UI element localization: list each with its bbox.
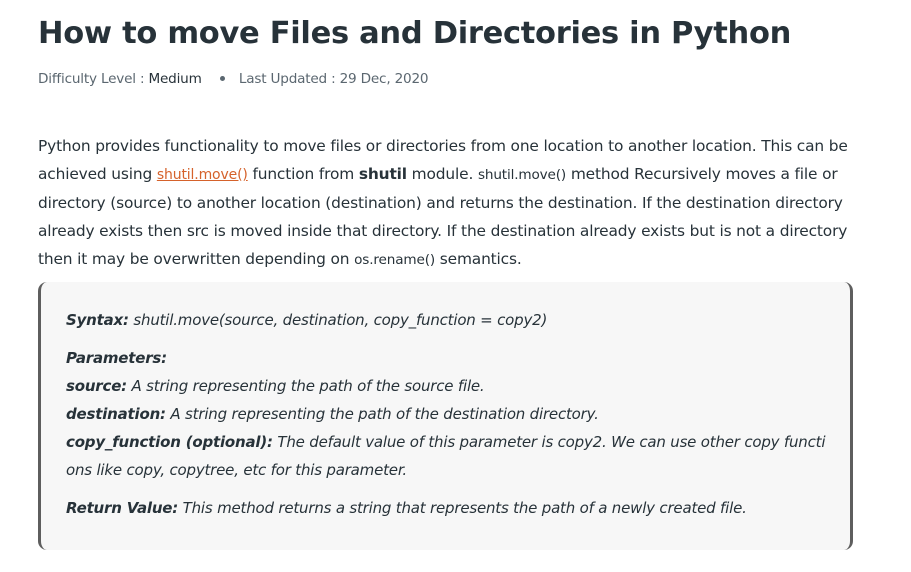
intro-line: already exists then src is moved inside …: [38, 222, 848, 240]
article: How to move Files and Directories in Pyt…: [0, 0, 911, 572]
syntax-value: shutil.move(source, destination, copy_fu…: [128, 311, 548, 329]
intro-text: achieved using: [38, 165, 157, 183]
intro-line: achieved using shutil.move() function fr…: [38, 160, 868, 189]
intro-line: Python provides functionality to move fi…: [38, 137, 848, 155]
syntax-content: Syntax: shutil.move(source, destination,…: [66, 306, 836, 522]
intro-text: method Recursively moves a file or: [566, 165, 838, 183]
intro-text: function from: [247, 165, 359, 183]
inline-code: shutil.move(): [477, 167, 567, 183]
return-row: Return Value: This method returns a stri…: [66, 494, 836, 522]
param-desc: The default value of this parameter is c…: [272, 433, 826, 451]
shutil-move-link[interactable]: shutil.move(): [157, 167, 248, 183]
param-desc: A string representing the path of the de…: [165, 405, 599, 423]
param-desc: A string representing the path of the so…: [126, 377, 485, 395]
difficulty-value[interactable]: Medium: [148, 71, 201, 87]
article-meta: Difficulty Level : Medium Last Updated :…: [38, 71, 429, 87]
intro-text: then it may be overwritten depending on: [38, 250, 355, 268]
intro-text: module.: [406, 165, 478, 183]
param-name: copy_function (optional):: [66, 433, 273, 451]
bullet-dot-icon: [219, 75, 225, 81]
intro-text: semantics.: [435, 250, 522, 268]
syntax-box: Syntax: shutil.move(source, destination,…: [38, 282, 853, 550]
intro-line: directory (source) to another location (…: [38, 194, 843, 212]
difficulty-label: Difficulty Level :: [38, 71, 149, 87]
param-name: source:: [66, 377, 127, 395]
parameters-label: Parameters:: [66, 349, 167, 367]
syntax-label: Syntax:: [66, 311, 129, 329]
intro-line: then it may be overwritten depending on …: [38, 245, 868, 274]
intro-paragraph: Python provides functionality to move fi…: [38, 132, 868, 274]
shutil-module-name: shutil: [358, 165, 407, 183]
param-name: destination:: [66, 405, 166, 423]
return-label: Return Value:: [66, 499, 179, 517]
last-updated-value: 29 Dec, 2020: [339, 71, 429, 87]
param-continuation: ons like copy, copytree, etc for this pa…: [66, 461, 407, 479]
syntax-row: Syntax: shutil.move(source, destination,…: [66, 306, 836, 334]
last-updated-label: Last Updated :: [238, 71, 340, 87]
param-row-copy-function: copy_function (optional): The default va…: [66, 428, 836, 456]
param-row-source: source: A string representing the path o…: [66, 372, 836, 400]
inline-code: os.rename(): [354, 252, 436, 268]
return-value: This method returns a string that repres…: [178, 499, 747, 517]
param-row-destination: destination: A string representing the p…: [66, 400, 836, 428]
article-title: How to move Files and Directories in Pyt…: [38, 16, 792, 51]
parameters-heading: Parameters:: [66, 344, 836, 372]
